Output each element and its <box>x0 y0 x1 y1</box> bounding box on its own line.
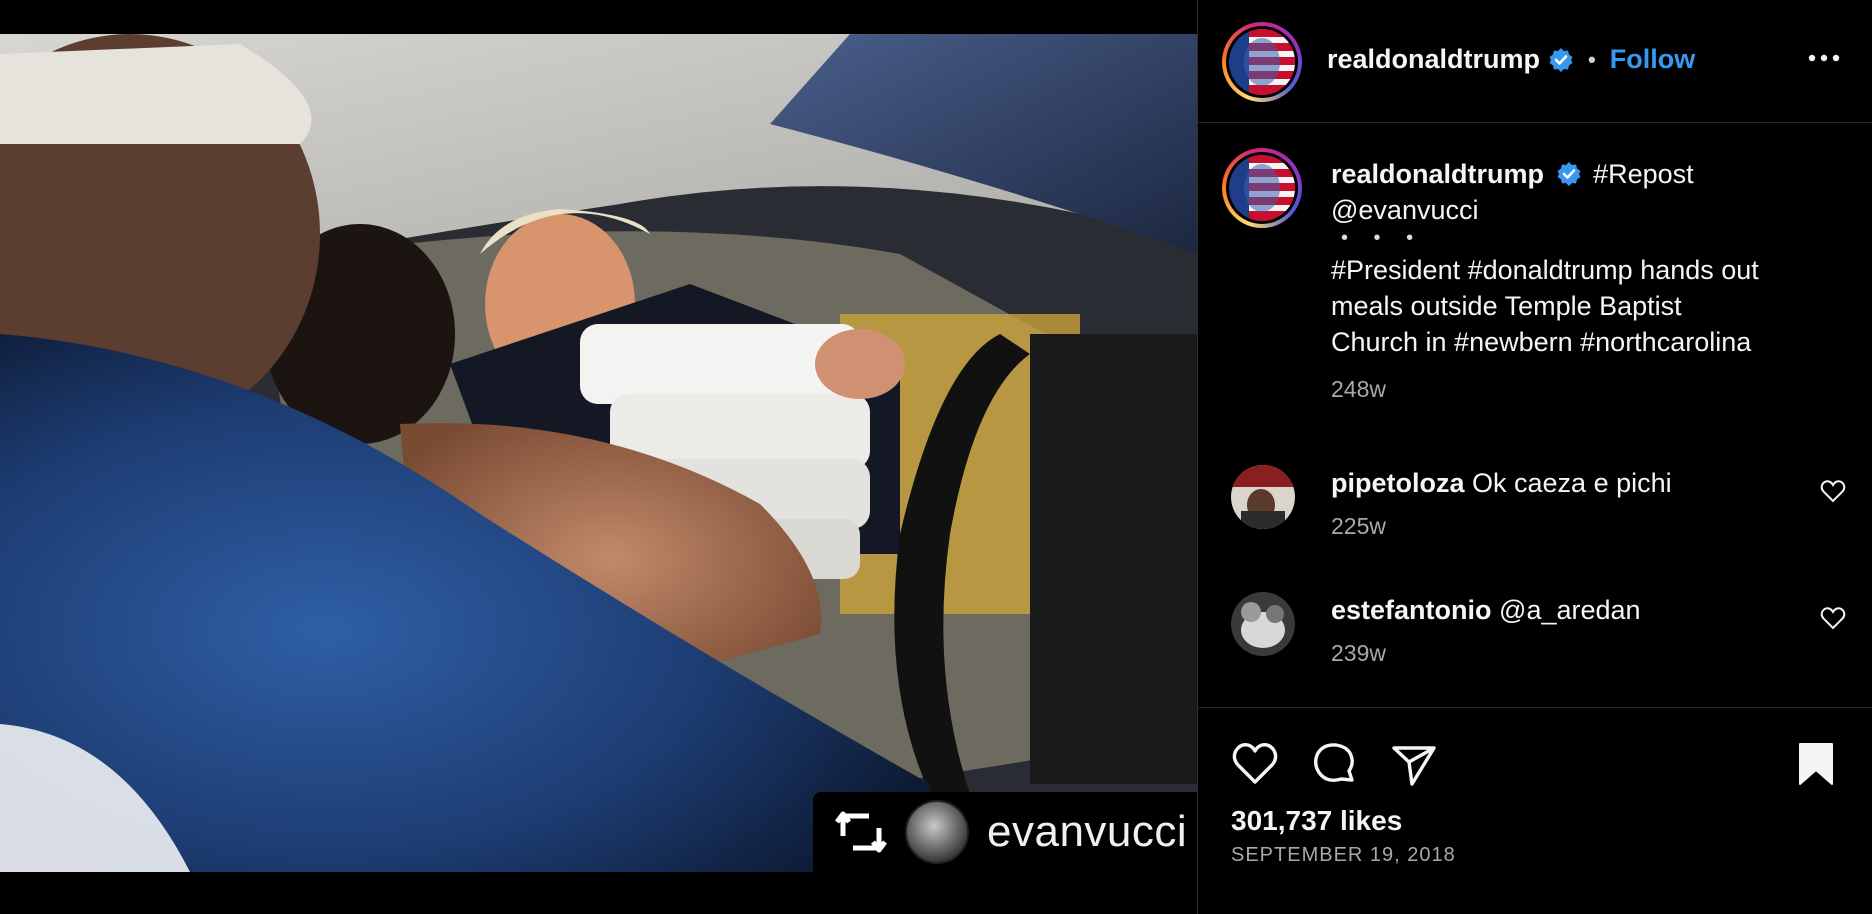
caption-line-1: realdonaldtrump #Repost <box>1331 156 1851 192</box>
commenter-avatar[interactable] <box>1231 592 1295 656</box>
caption-repost-tag[interactable]: #Repost <box>1593 159 1694 189</box>
verified-badge-icon <box>1549 47 1573 72</box>
comment-time[interactable]: 239w <box>1331 640 1641 667</box>
instagram-post: evanvucci realdonaldtrump • Follow reald… <box>0 0 1872 914</box>
photo-image <box>0 34 1197 872</box>
comment-item: estefantonio @a_aredan 239w <box>1198 592 1872 682</box>
header-user-line: realdonaldtrump • Follow <box>1327 44 1695 75</box>
repost-username[interactable]: evanvucci <box>987 807 1187 857</box>
post-header: realdonaldtrump • Follow <box>1198 0 1872 123</box>
verified-badge-icon <box>1557 162 1581 186</box>
caption-line-5: Church in #newbern #northcarolina <box>1331 327 1752 357</box>
repost-avatar <box>905 800 969 864</box>
avatar-image <box>1229 29 1295 95</box>
comment-body: estefantonio @a_aredan 239w <box>1331 592 1641 667</box>
caption-dots: • • • <box>1341 227 1424 249</box>
post-photo[interactable]: evanvucci <box>0 34 1197 872</box>
repost-credit[interactable]: evanvucci <box>813 792 1197 872</box>
caption-line-2[interactable]: @evanvucci <box>1331 192 1851 228</box>
caption-line-4: meals outside Temple Baptist <box>1331 291 1682 321</box>
comment-item: pipetoloza Ok caeza e pichi 225w <box>1198 465 1872 555</box>
comment-text-line: pipetoloza Ok caeza e pichi <box>1331 465 1672 501</box>
post-side-panel: realdonaldtrump • Follow realdonaldtrump… <box>1198 0 1872 914</box>
caption-username[interactable]: realdonaldtrump <box>1331 159 1544 189</box>
header-username[interactable]: realdonaldtrump <box>1327 44 1540 75</box>
comment-icon[interactable] <box>1310 740 1358 788</box>
caption-time[interactable]: 248w <box>1331 376 1851 403</box>
repost-icon <box>835 811 887 853</box>
comment-mention[interactable]: @a_aredan <box>1499 595 1641 625</box>
header-avatar[interactable] <box>1222 22 1302 102</box>
comment-like-heart-icon[interactable] <box>1820 479 1846 503</box>
heart-icon[interactable] <box>1231 740 1279 788</box>
comment-username[interactable]: estefantonio <box>1331 595 1492 625</box>
comment-text: Ok caeza e pichi <box>1472 468 1672 498</box>
caption-avatar[interactable] <box>1222 148 1302 228</box>
more-options-icon[interactable] <box>1808 52 1840 64</box>
comment-username[interactable]: pipetoloza <box>1331 468 1465 498</box>
avatar-image <box>1229 155 1295 221</box>
comment-like-heart-icon[interactable] <box>1820 606 1846 630</box>
commenter-avatar[interactable] <box>1231 465 1295 529</box>
caption-line-3: #President #donaldtrump hands out <box>1331 255 1759 285</box>
send-icon[interactable] <box>1390 740 1438 788</box>
comment-body: pipetoloza Ok caeza e pichi 225w <box>1331 465 1672 540</box>
comment-time[interactable]: 225w <box>1331 513 1672 540</box>
likes-count[interactable]: 301,737 likes <box>1231 805 1402 837</box>
caption-body: realdonaldtrump #Repost @evanvucci • • •… <box>1331 156 1851 403</box>
post-action-bar: 301,737 likes SEPTEMBER 19, 2018 <box>1198 707 1872 914</box>
comment-text-line: estefantonio @a_aredan <box>1331 592 1641 628</box>
header-separator: • <box>1588 46 1596 72</box>
follow-button[interactable]: Follow <box>1610 44 1695 75</box>
bookmark-icon[interactable] <box>1792 740 1840 788</box>
post-date[interactable]: SEPTEMBER 19, 2018 <box>1231 844 1456 867</box>
